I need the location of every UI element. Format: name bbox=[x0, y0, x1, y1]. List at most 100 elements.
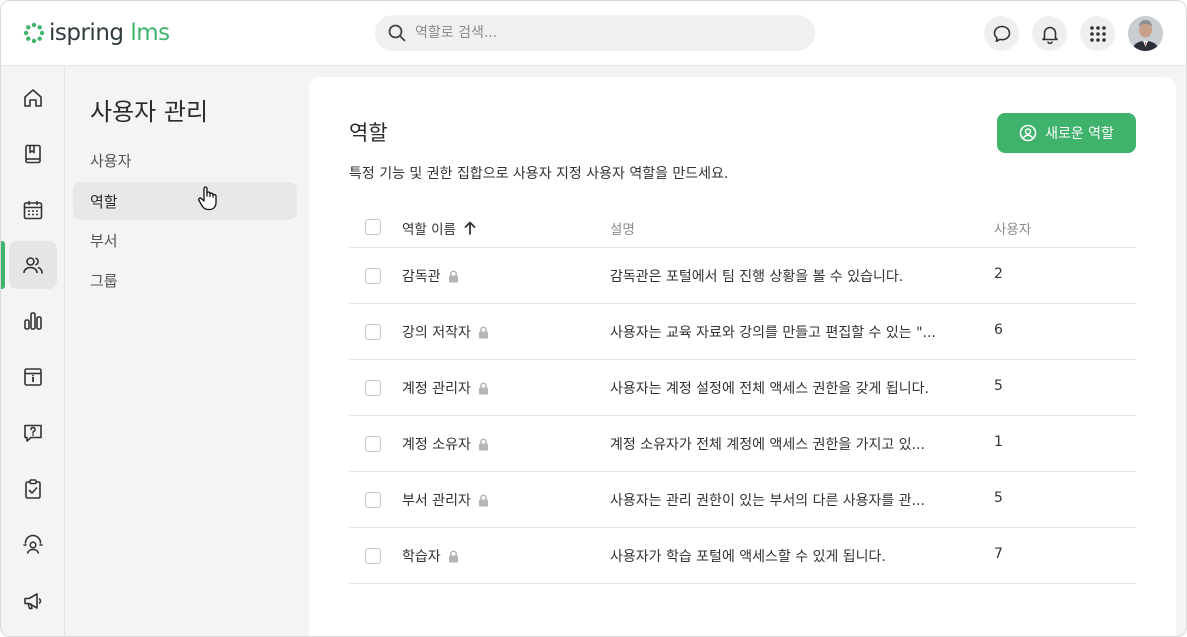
left-rail bbox=[1, 66, 65, 636]
role-name: 계정 소유자 bbox=[402, 437, 471, 453]
role-description: 계정 소유자가 전체 계정에 액세스 권한을 가지고 있... bbox=[610, 437, 925, 453]
role-user-count: 2 bbox=[994, 266, 1003, 282]
bell-icon bbox=[1041, 26, 1058, 44]
search-input[interactable] bbox=[415, 15, 795, 51]
role-user-count: 6 bbox=[994, 322, 1003, 338]
role-description: 사용자는 관리 권한이 있는 부서의 다른 사용자를 관... bbox=[610, 493, 925, 509]
logo-text: ispring lms bbox=[49, 20, 170, 46]
role-name-cell[interactable]: 강의 저작자 bbox=[402, 322, 489, 342]
column-name-label: 역할 이름 bbox=[402, 222, 456, 238]
notifications-button[interactable] bbox=[1032, 16, 1067, 51]
role-name-cell[interactable]: 학습자 bbox=[402, 546, 459, 566]
megaphone-icon bbox=[24, 593, 42, 610]
apps-grid-icon bbox=[1089, 25, 1106, 42]
role-user-count: 1 bbox=[994, 434, 1003, 450]
lock-icon bbox=[478, 438, 488, 450]
row-checkbox[interactable] bbox=[365, 380, 381, 396]
role-name-cell[interactable]: 계정 소유자 bbox=[402, 434, 489, 454]
role-user-count: 7 bbox=[994, 546, 1003, 562]
row-checkbox[interactable] bbox=[365, 492, 381, 508]
user-circle-icon bbox=[1019, 124, 1037, 142]
table-header: 역할 이름 설명 사용자 bbox=[349, 207, 1136, 248]
active-indicator bbox=[1, 241, 5, 289]
row-checkbox[interactable] bbox=[365, 436, 381, 452]
app-window: ispring lms 역할로 검색... 사용자 관리 사용자 역할 부서 그… bbox=[0, 0, 1187, 637]
nav-item-roles[interactable]: 역할 bbox=[73, 182, 297, 220]
row-checkbox[interactable] bbox=[365, 548, 381, 564]
lock-icon bbox=[448, 270, 458, 282]
select-all-checkbox[interactable] bbox=[365, 219, 381, 235]
assignment-icon bbox=[25, 479, 41, 499]
reports-icon bbox=[24, 312, 42, 330]
role-name: 강의 저작자 bbox=[402, 325, 471, 341]
column-header-name[interactable]: 역할 이름 bbox=[402, 218, 476, 238]
search-bar bbox=[375, 15, 815, 51]
lock-icon bbox=[448, 550, 458, 562]
user-avatar[interactable] bbox=[1128, 16, 1163, 51]
role-description: 사용자는 계정 설정에 전체 액세스 권한을 갖게 됩니다. bbox=[610, 381, 929, 397]
page-description: 특정 기능 및 권한 집합으로 사용자 지정 사용자 역할을 만드세요. bbox=[349, 166, 729, 182]
rail-help[interactable] bbox=[9, 409, 57, 457]
table-row[interactable]: 강의 저작자 사용자는 교육 자료와 강의를 만들고 편집할 수 있는 "... 6 bbox=[349, 304, 1136, 360]
hand-cursor-icon bbox=[198, 186, 217, 211]
calendar-icon bbox=[23, 201, 43, 220]
table-row[interactable]: 계정 소유자 계정 소유자가 전체 계정에 액세스 권한을 가지고 있... 1 bbox=[349, 416, 1136, 472]
role-name: 계정 관리자 bbox=[402, 381, 471, 397]
role-description: 사용자는 교육 자료와 강의를 만들고 편집할 수 있는 "... bbox=[610, 325, 936, 341]
lock-icon bbox=[478, 494, 488, 506]
page-title: 역할 bbox=[349, 121, 388, 145]
role-name-cell[interactable]: 계정 관리자 bbox=[402, 378, 489, 398]
table-row[interactable]: 계정 관리자 사용자는 계정 설정에 전체 액세스 권한을 갖게 됩니다. 5 bbox=[349, 360, 1136, 416]
table-row[interactable]: 감독관 감독관은 포털에서 팀 진행 상황을 볼 수 있습니다. 2 bbox=[349, 248, 1136, 304]
top-header: ispring lms bbox=[1, 1, 1186, 66]
role-description: 감독관은 포털에서 팀 진행 상황을 볼 수 있습니다. bbox=[610, 269, 904, 285]
role-name: 부서 관리자 bbox=[402, 493, 471, 509]
users-icon bbox=[23, 257, 43, 274]
roles-table: 역할 이름 설명 사용자 감독관 감독관은 포털에서 팀 진행 상황을 볼 수 있… bbox=[349, 207, 1136, 584]
new-role-button[interactable]: 새로운 역할 bbox=[997, 113, 1136, 153]
rail-announcements[interactable] bbox=[9, 577, 57, 625]
role-name: 학습자 bbox=[402, 549, 441, 565]
user-management-nav: 사용자 관리 사용자 역할 부서 그룹 bbox=[66, 66, 306, 636]
lock-icon bbox=[478, 326, 488, 338]
ispring-logo[interactable]: ispring lms bbox=[23, 18, 170, 48]
avatar-image bbox=[1128, 16, 1163, 51]
help-icon bbox=[24, 424, 42, 442]
row-checkbox[interactable] bbox=[365, 268, 381, 284]
meeting-icon bbox=[23, 534, 43, 554]
nav-item-departments[interactable]: 부서 bbox=[73, 221, 297, 259]
sort-ascending-icon bbox=[464, 221, 476, 235]
rail-meetings[interactable] bbox=[9, 521, 57, 569]
rail-assignments[interactable] bbox=[9, 465, 57, 513]
chat-button[interactable] bbox=[984, 16, 1019, 51]
book-icon bbox=[25, 144, 41, 164]
rail-home[interactable] bbox=[9, 74, 57, 122]
rail-users[interactable] bbox=[9, 241, 57, 289]
section-title: 사용자 관리 bbox=[90, 98, 209, 126]
role-name-cell[interactable]: 부서 관리자 bbox=[402, 490, 489, 510]
lock-icon bbox=[478, 382, 488, 394]
rail-reports[interactable] bbox=[9, 297, 57, 345]
new-role-label: 새로운 역할 bbox=[1045, 126, 1114, 142]
apps-button[interactable] bbox=[1080, 16, 1115, 51]
chat-icon bbox=[993, 25, 1010, 42]
home-icon bbox=[24, 89, 42, 107]
column-header-users: 사용자 bbox=[994, 222, 1032, 238]
table-row[interactable]: 학습자 사용자가 학습 포털에 액세스할 수 있게 됩니다. 7 bbox=[349, 528, 1136, 584]
role-name-cell[interactable]: 감독관 bbox=[402, 266, 459, 286]
nav-item-users[interactable]: 사용자 bbox=[73, 141, 297, 179]
column-header-description: 설명 bbox=[610, 222, 635, 238]
roles-panel: 역할 특정 기능 및 권한 집합으로 사용자 지정 사용자 역할을 만드세요. … bbox=[309, 77, 1176, 636]
search-icon bbox=[388, 24, 406, 42]
rail-calendar[interactable] bbox=[9, 186, 57, 234]
logo-icon bbox=[23, 22, 45, 44]
rail-info[interactable] bbox=[9, 353, 57, 401]
table-row[interactable]: 부서 관리자 사용자는 관리 권한이 있는 부서의 다른 사용자를 관... 5 bbox=[349, 472, 1136, 528]
row-checkbox[interactable] bbox=[365, 324, 381, 340]
role-user-count: 5 bbox=[994, 378, 1003, 394]
role-user-count: 5 bbox=[994, 490, 1003, 506]
info-icon bbox=[24, 368, 42, 386]
nav-item-groups[interactable]: 그룹 bbox=[73, 261, 297, 299]
role-name: 감독관 bbox=[402, 269, 441, 285]
rail-courses[interactable] bbox=[9, 130, 57, 178]
